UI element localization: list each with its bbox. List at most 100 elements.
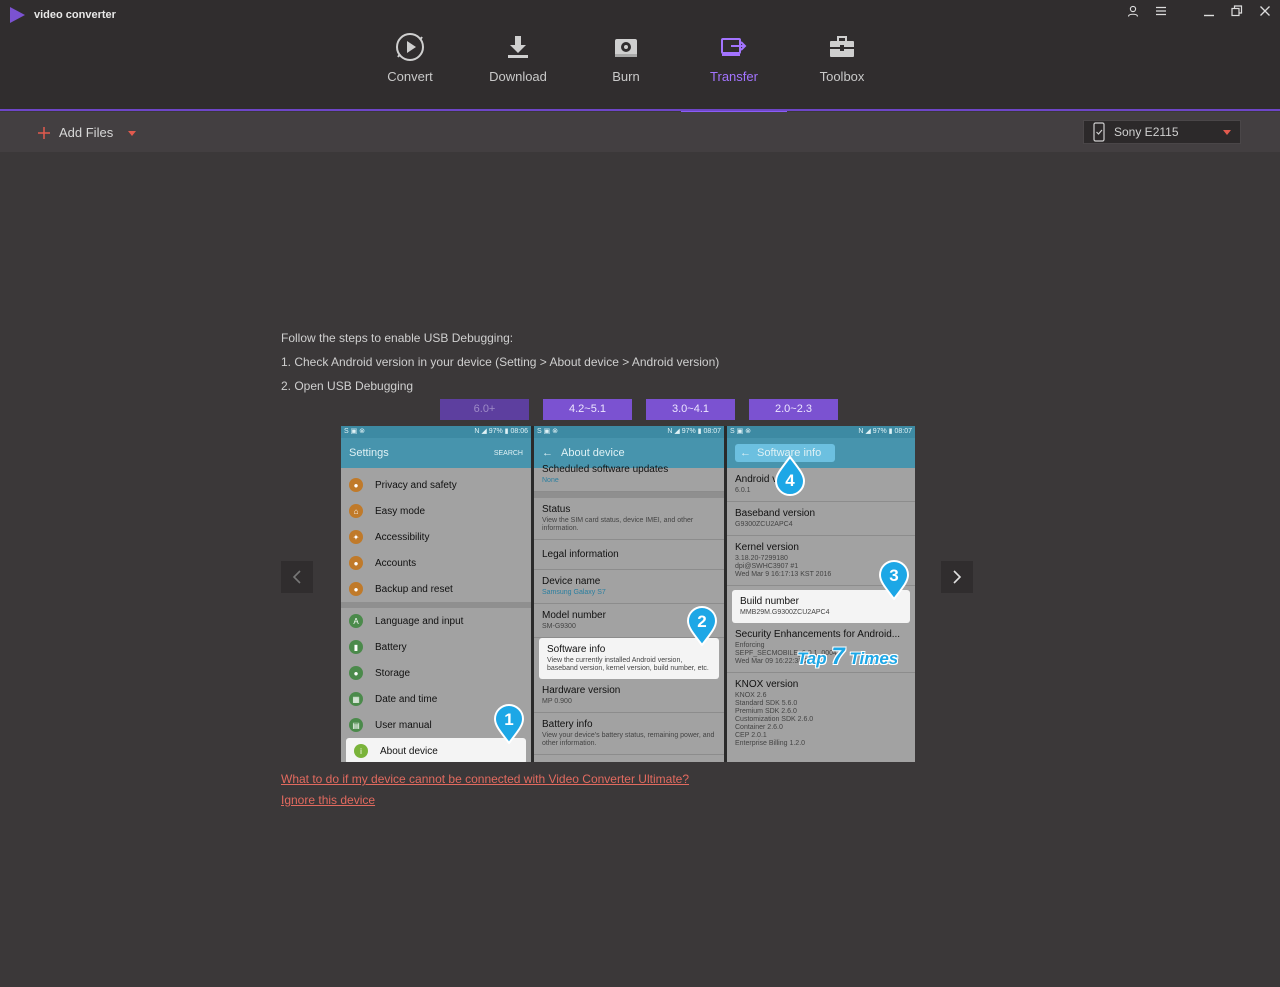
app-logo: video converter xyxy=(8,6,116,24)
toolbox-icon xyxy=(830,36,854,57)
marker-2: 2 xyxy=(686,606,718,647)
marker-4: 4 xyxy=(774,455,806,496)
ignore-device-link[interactable]: Ignore this device xyxy=(281,793,375,807)
tab-label: Burn xyxy=(612,69,640,84)
screen-title: About device xyxy=(561,447,625,459)
list-item: Accessibility xyxy=(375,531,430,543)
key-icon: ● xyxy=(349,556,363,570)
item-title: Hardware version xyxy=(542,685,621,696)
svg-text:3: 3 xyxy=(889,566,898,585)
accessibility-icon: ✦ xyxy=(349,530,363,544)
tab-version-3-0[interactable]: 3.0~4.1 xyxy=(646,399,735,420)
status-time: N ◢ 97% ▮ 08:06 xyxy=(474,428,528,435)
tab-version-2-0[interactable]: 2.0~2.3 xyxy=(749,399,838,420)
user-icon[interactable] xyxy=(1126,4,1140,18)
add-files-button[interactable]: Add Files xyxy=(37,125,137,140)
tap-number: 7 xyxy=(831,643,845,670)
home-icon: ⌂ xyxy=(349,504,363,518)
tap-seven-times-label: Tap 7 Times xyxy=(797,643,898,671)
item-title: Android version xyxy=(735,474,805,485)
status-left: S ▣ ⊗ xyxy=(730,428,752,435)
item-title: Security Enhancements for Android... xyxy=(735,629,901,640)
item-sub: View the currently installed Android ver… xyxy=(547,657,709,672)
window-controls xyxy=(1126,4,1272,18)
status-time: N ◢ 97% ▮ 08:07 xyxy=(667,428,721,435)
main-nav: Convert Download Burn Transfer Toolbox xyxy=(356,30,896,112)
status-time: N ◢ 97% ▮ 08:07 xyxy=(858,428,912,435)
app-title: video converter xyxy=(34,9,116,21)
plus-icon xyxy=(38,126,50,139)
prev-button[interactable] xyxy=(281,561,313,593)
tab-label: Convert xyxy=(387,69,433,84)
language-icon: A xyxy=(349,614,363,628)
calendar-icon: ▦ xyxy=(349,692,363,706)
restore-icon[interactable] xyxy=(1230,4,1244,18)
chevron-down-icon[interactable] xyxy=(127,129,137,137)
play-logo-icon xyxy=(10,7,25,23)
tab-download[interactable]: Download xyxy=(464,30,572,110)
back-arrow-icon: ← xyxy=(740,447,751,459)
tab-toolbox[interactable]: Toolbox xyxy=(788,30,896,110)
tab-convert[interactable]: Convert xyxy=(356,30,464,110)
item-sub: View the SIM card status, device IMEI, a… xyxy=(542,517,694,532)
storage-icon: ● xyxy=(349,666,363,680)
help-link[interactable]: What to do if my device cannot be connec… xyxy=(281,772,689,786)
list-item: Privacy and safety xyxy=(375,479,457,491)
tab-label: Toolbox xyxy=(819,69,865,84)
list-item: Language and input xyxy=(375,615,464,627)
add-files-label: Add Files xyxy=(59,125,114,140)
minimize-icon[interactable] xyxy=(1202,4,1216,18)
close-icon[interactable] xyxy=(1258,4,1272,18)
item-sub: KNOX 2.6 Standard SDK 5.6.0 Premium SDK … xyxy=(735,692,814,747)
item-title: Baseband version xyxy=(735,508,816,519)
item-title: Battery info xyxy=(542,719,593,730)
next-button[interactable] xyxy=(941,561,973,593)
item-sub: None xyxy=(542,477,559,484)
list-item: Accounts xyxy=(375,557,417,569)
item-title: Device name xyxy=(542,576,601,587)
instructions-intro: Follow the steps to enable USB Debugging… xyxy=(281,331,514,345)
item-sub: 6.0.1 xyxy=(735,487,751,494)
item-sub: MMB29M.G9300ZCU2APC4 xyxy=(740,609,830,616)
guide-image: S ▣ ⊗ N ◢ 97% ▮ 08:06 Settings SEARCH ● Pri… xyxy=(341,426,915,762)
back-arrow-icon: ← xyxy=(542,447,553,459)
toolbar: Add Files Sony E2115 xyxy=(0,112,1280,152)
tab-label: Transfer xyxy=(710,69,758,84)
tab-version-6[interactable]: 6.0+ xyxy=(440,399,529,420)
list-item: Battery xyxy=(375,641,407,653)
privacy-icon: ● xyxy=(349,478,363,492)
tap-prefix: Tap xyxy=(797,649,827,668)
list-item: Easy mode xyxy=(375,505,426,517)
backup-icon: ● xyxy=(349,582,363,596)
chevron-down-icon xyxy=(1223,130,1231,135)
tap-suffix: Times xyxy=(849,649,899,668)
device-dropdown[interactable]: Sony E2115 xyxy=(1083,120,1241,144)
svg-text:4: 4 xyxy=(785,471,795,490)
item-sub: Samsung Galaxy S7 xyxy=(542,589,606,596)
download-icon xyxy=(508,36,528,58)
tab-burn[interactable]: Burn xyxy=(572,30,680,110)
list-item: About device xyxy=(380,745,438,757)
list-item: Date and time xyxy=(375,693,438,705)
tab-transfer[interactable]: Transfer xyxy=(680,30,788,112)
instructions-step2: 2. Open USB Debugging xyxy=(281,379,414,393)
tab-version-4-2[interactable]: 4.2~5.1 xyxy=(543,399,632,420)
nav-divider xyxy=(0,109,1280,111)
chevron-right-icon xyxy=(953,570,962,584)
menu-icon[interactable] xyxy=(1154,4,1168,18)
item-sub: View your device's battery status, remai… xyxy=(542,732,715,747)
list-item: Backup and reset xyxy=(375,583,453,595)
status-left: S ▣ ⊗ xyxy=(537,428,559,435)
item-sub: MP 0.900 xyxy=(542,698,572,705)
transfer-icon xyxy=(721,38,747,56)
status-left: S ▣ ⊗ xyxy=(344,428,366,435)
screen-title: Settings xyxy=(349,447,389,459)
item-title: Kernel version xyxy=(735,542,799,553)
info-icon: i xyxy=(354,744,368,758)
item-sub: G9300ZCU2APC4 xyxy=(735,521,793,528)
marker-3: 3 xyxy=(878,560,910,601)
list-item: Storage xyxy=(375,667,411,679)
instructions-step1: 1. Check Android version in your device … xyxy=(281,355,720,369)
list-item: User manual xyxy=(375,719,432,731)
battery-icon: ▮ xyxy=(349,640,363,654)
